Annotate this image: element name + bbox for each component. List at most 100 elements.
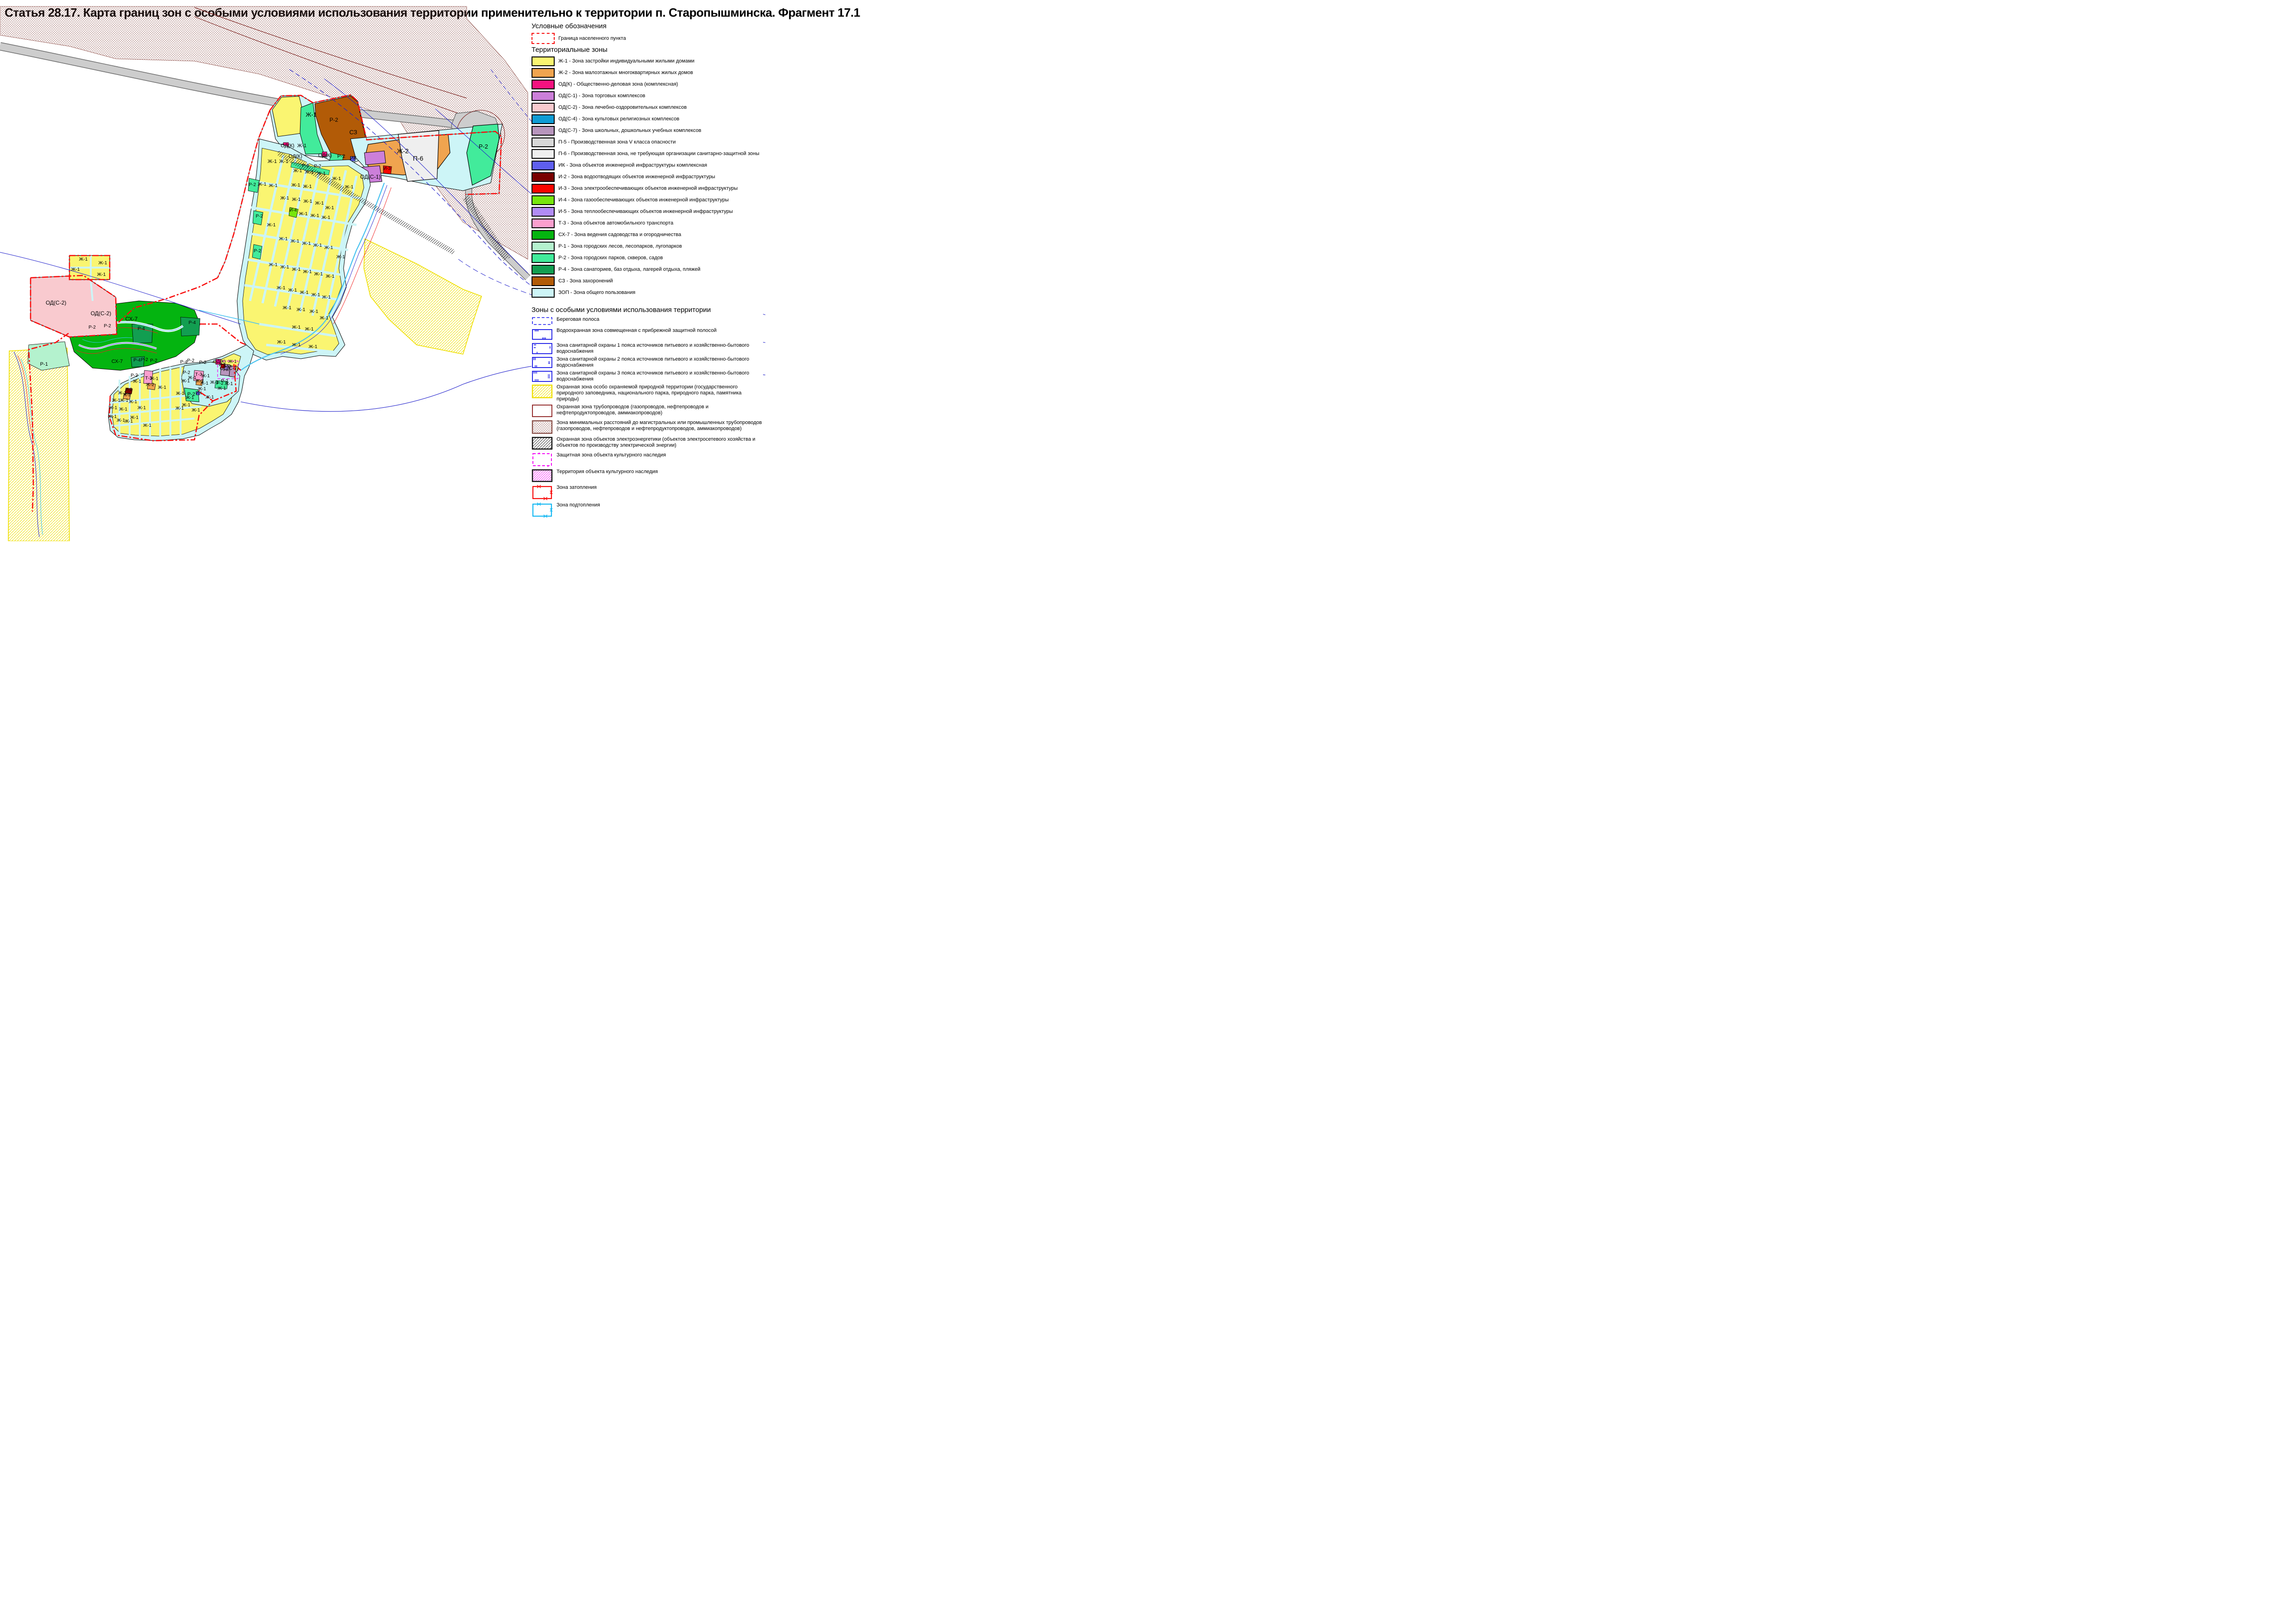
zone-color-swatch xyxy=(532,184,555,194)
legend-item-СЗ: СЗ - Зона захоронений xyxy=(532,276,763,286)
electro-symbol xyxy=(532,437,553,450)
legend-item-label: П-5 - Производственная зона V класса опа… xyxy=(558,139,676,145)
legend-item-label: Р-1 - Зона городских лесов, лесопарков, … xyxy=(558,243,682,250)
zone-label: Ж-1 xyxy=(293,168,302,174)
legend-item-label: И-2 - Зона водоотводящих объектов инжене… xyxy=(558,174,715,180)
zone-label: Р-2 xyxy=(302,163,309,169)
legend-item-settlement-boundary: Граница населенного пункта xyxy=(532,33,763,44)
zone-label: Р-2 xyxy=(314,164,321,169)
zone-label: Р-2 xyxy=(256,214,263,219)
zone-color-swatch xyxy=(532,253,555,263)
zone-label: И-3 xyxy=(383,166,391,171)
legend-special-header: Зоны с особыми условиями использования т… xyxy=(532,306,763,314)
zone-label: Ж-1 xyxy=(150,376,159,381)
legend-item-Р-1: Р-1 - Зона городских лесов, лесопарков, … xyxy=(532,242,763,251)
legend-item-Р-2: Р-2 - Зона городских парков, скверов, са… xyxy=(532,253,763,263)
zone-label: Ж-1 xyxy=(276,285,285,291)
legend-item-label: ОД(С-2) - Зона лечебно-оздоровительных к… xyxy=(558,105,687,111)
zone-label: Ж-1 xyxy=(120,398,129,403)
zone-label: Р-2 xyxy=(88,325,96,330)
zone-label: Ж-1 xyxy=(321,215,330,220)
zone-label: СХ-7 xyxy=(112,359,123,364)
legend-item-label: ОД(С-1) - Зона торговых комплексов xyxy=(558,93,645,99)
zone-color-swatch xyxy=(532,161,555,170)
zone-label: Ж-2 xyxy=(397,147,409,155)
zone-label: Ж-1 xyxy=(300,290,308,295)
zone-label: Р-2 xyxy=(249,182,256,187)
wprot-symbol xyxy=(532,328,553,341)
legend-item-label: ОД(К) - Общественно-деловая зона (компле… xyxy=(558,81,678,87)
zone-label: Ж-1 xyxy=(112,398,121,403)
legend-item-label: П-6 - Производственная зона, не требующа… xyxy=(558,151,759,157)
legend-item-label: Р-2 - Зона городских парков, скверов, са… xyxy=(558,255,663,261)
flood-symbol xyxy=(532,485,553,500)
zone-label: Ж-1 xyxy=(344,184,353,190)
zone-label: ОД(К) xyxy=(318,153,332,158)
zone-color-swatch xyxy=(532,68,555,78)
legend-item-special: Зона минимальных расстояний до магистрал… xyxy=(532,420,763,435)
zone-color-swatch xyxy=(532,265,555,275)
zone-label: Ж-1 xyxy=(302,241,311,246)
zone-label: Ж-1 xyxy=(305,326,313,332)
zone-label: Ж-1 xyxy=(325,274,334,279)
zone-label: Р-1 xyxy=(40,362,48,367)
legend-item-ОД(С-2): ОД(С-2) - Зона лечебно-оздоровительных к… xyxy=(532,103,763,112)
zone-label: Ж-1 xyxy=(336,254,345,260)
zone-color-swatch xyxy=(532,242,555,251)
zone-color-swatch xyxy=(532,288,555,298)
legend-item-П-5: П-5 - Производственная зона V класса опа… xyxy=(532,137,763,147)
legend-item-ОД(С-1): ОД(С-1) - Зона торговых комплексов xyxy=(532,91,763,101)
zone-label: Ж-1 xyxy=(176,391,185,396)
zone-label: Р-2 xyxy=(337,154,345,159)
zone-label: СХ-7 xyxy=(125,316,138,322)
zone-label: Р-4 xyxy=(138,326,145,331)
legend-item-special: Территория объекта культурного наследия xyxy=(532,469,763,483)
zone-label: Р-2 xyxy=(330,117,338,123)
zone-label: Ж-1 xyxy=(268,159,277,164)
zone-label: Р-4 xyxy=(133,358,141,363)
zone-label: Ж-1 xyxy=(119,407,128,412)
legend-item-label: ОД(С-4) - Зона культовых религиозных ком… xyxy=(558,116,679,122)
zone-label: Ж-1 xyxy=(324,245,333,250)
zone-label: Ж-1 xyxy=(257,181,266,187)
east-strip xyxy=(350,124,502,191)
zone-label: Ж-1 xyxy=(306,111,317,118)
legend-item-label: Зона санитарной охраны 1 пояса источнико… xyxy=(557,343,763,355)
zone-label: Р-2 xyxy=(104,324,111,329)
zone-label: Ж-1 xyxy=(206,395,214,400)
legend-item-special: Охранная зона особо охраняемой природной… xyxy=(532,384,763,402)
zone-label: Ж-1 xyxy=(71,267,80,272)
zone-label: П-6 xyxy=(413,155,424,162)
zone-label: Ж-1 xyxy=(200,381,209,386)
zone-label: Ж-1 xyxy=(192,408,200,413)
zone-label: Ж-1 xyxy=(143,423,152,428)
zone-label: Ж-1 xyxy=(310,213,319,218)
zone-label: Ж-1 xyxy=(313,243,322,248)
legend-item-label: ОД(С-7) - Зона школьных, дошкольных учеб… xyxy=(558,128,701,134)
legend-territorial-header: Территориальные зоны xyxy=(532,46,763,54)
zone-label: Ж-1 xyxy=(117,418,125,423)
zone-label: Ж-2 xyxy=(123,393,131,397)
zone-label: Ж-1 xyxy=(98,260,107,266)
zone-label: ОД(С-1) xyxy=(360,174,381,180)
legend-item-special: Защитная зона объекта культурного наслед… xyxy=(532,452,763,467)
zone-label: СЗ xyxy=(349,129,357,136)
legend-panel: Условные обозначения Граница населенного… xyxy=(532,22,763,520)
legend-item-label: СХ-7 - Зона ведения садоводства и огород… xyxy=(558,232,681,238)
legend-item-Р-4: Р-4 - Зона санаториев, баз отдыха, лагер… xyxy=(532,265,763,275)
zone-label: Ж-1 xyxy=(267,222,275,228)
legend-item-special: Зона санитарной охраны 1 пояса источнико… xyxy=(532,343,763,355)
legend-item-special: Зона санитарной охраны 3 пояса источнико… xyxy=(532,370,763,382)
zone-label: ОД(К) xyxy=(281,143,294,149)
legend-item-special: Зона подтопления xyxy=(532,502,763,518)
zone-label: Ж-1 xyxy=(299,211,307,217)
zone-color-swatch xyxy=(532,149,555,159)
legend-item-special: Охранная зона трубопроводов (газопроводо… xyxy=(532,404,763,418)
zone-label: Ж-1 xyxy=(280,264,289,270)
legend-item-Т-3: Т-3 - Зона объектов автомобильного транс… xyxy=(532,218,763,228)
zone-label: Ж-1 xyxy=(282,305,291,311)
zone-label: ИК xyxy=(350,156,357,161)
zone-label: Ж-1 xyxy=(269,183,277,188)
legend-item-label: Защитная зона объекта культурного наслед… xyxy=(557,452,666,458)
zone-label: Р-2 xyxy=(183,370,190,375)
